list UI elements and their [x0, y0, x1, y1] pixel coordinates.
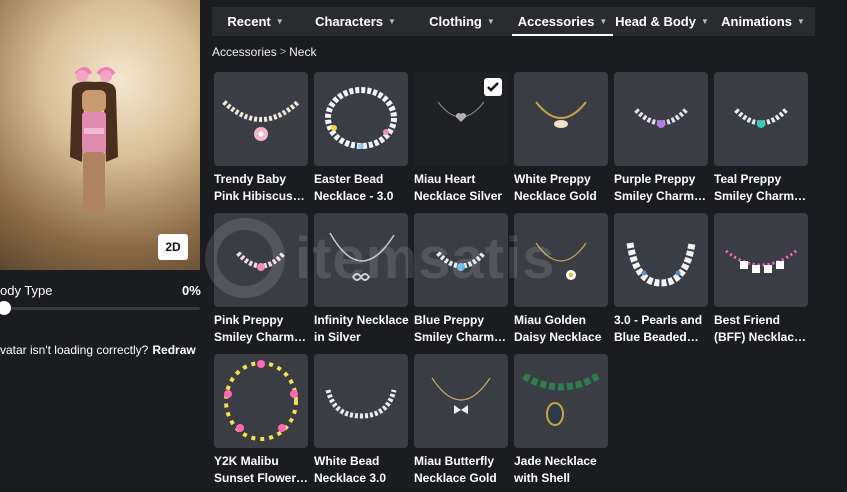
tab-characters[interactable]: Characters ▼ — [299, 7, 412, 36]
avatar-loading-hint: vatar isn't loading correctly? Redraw — [0, 343, 196, 357]
white-bead-necklace-icon — [314, 354, 408, 448]
item-name: Teal Preppy Smiley Charm Necklace — [714, 172, 795, 203]
item-name: White Preppy Necklace Gold — [514, 172, 597, 203]
chevron-down-icon: ▼ — [388, 17, 396, 26]
avatar-figure — [70, 67, 118, 212]
body-type-label: ody Type — [0, 283, 53, 298]
item-card[interactable]: Blue Preppy Smiley Charm Necklace — [414, 213, 508, 354]
chevron-down-icon: ▼ — [486, 17, 495, 26]
breadcrumb: Accessories > Neck — [212, 45, 316, 59]
pearl-blue-necklace-icon — [614, 213, 708, 307]
jade-shell-necklace-icon — [514, 354, 608, 448]
item-card[interactable]: White Preppy Necklace Gold — [514, 72, 608, 213]
tab-label: Clothing — [429, 14, 482, 29]
tab-label: Characters — [315, 14, 383, 29]
category-tabbar: Recent ▼ Characters ▼ Clothing ▼ Accessorie… — [212, 7, 815, 36]
tab-recent[interactable]: Recent ▼ — [212, 7, 299, 36]
blue-bead-necklace-icon — [414, 213, 508, 307]
item-card[interactable]: Jade Necklace with Shell — [514, 354, 608, 492]
item-card[interactable]: Best Friend (BFF) Necklace (3.0) — [714, 213, 808, 354]
body-type-slider[interactable] — [0, 307, 200, 310]
item-name: Miau Heart Necklace Silver — [414, 172, 503, 203]
tab-label: Recent — [227, 14, 271, 29]
item-name: Jade Necklace with Shell — [514, 454, 597, 485]
avatar-preview: 2D — [0, 0, 200, 270]
accessory-grid: Trendy Baby Pink Hibiscus Necklace Easte… — [214, 72, 808, 492]
item-card[interactable]: Easter Bead Necklace - 3.0 — [314, 72, 408, 213]
item-name: 3.0 - Pearls and Blue Beaded Necklace — [614, 313, 703, 344]
daisy-necklace-icon — [514, 213, 608, 307]
item-card[interactable]: Miau Golden Daisy Necklace — [514, 213, 608, 354]
item-card[interactable]: Pink Preppy Smiley Charm Necklace — [214, 213, 308, 354]
redraw-link[interactable]: Redraw — [152, 343, 195, 357]
teal-bead-necklace-icon — [714, 72, 808, 166]
body-type-value: 0% — [182, 283, 201, 298]
easter-bead-necklace-icon — [314, 72, 408, 166]
item-name: White Bead Necklace 3.0 — [314, 454, 387, 485]
pearl-flower-necklace-icon — [214, 72, 308, 166]
flower-ring-necklace-icon — [214, 354, 308, 448]
breadcrumb-parent[interactable]: Accessories — [212, 45, 277, 59]
pink-bead-necklace-icon — [214, 213, 308, 307]
bff-letter-necklace-icon — [714, 213, 808, 307]
body-type-slider-thumb[interactable] — [0, 301, 11, 315]
item-name: Miau Golden Daisy Necklace — [514, 313, 602, 344]
chevron-down-icon: ▼ — [796, 17, 805, 26]
view-2d-button[interactable]: 2D — [158, 234, 188, 260]
tab-clothing[interactable]: Clothing ▼ — [412, 7, 512, 36]
breadcrumb-current: Neck — [289, 45, 317, 59]
butterfly-necklace-icon — [414, 354, 508, 448]
selected-check-icon[interactable] — [484, 78, 502, 96]
item-card[interactable]: Infinity Necklace in Silver — [314, 213, 409, 354]
item-name: Miau Butterfly Necklace Gold — [414, 454, 497, 485]
chevron-down-icon: ▼ — [700, 17, 709, 26]
item-card[interactable]: Purple Preppy Smiley Charm Necklace — [614, 72, 708, 213]
tab-label: Animations — [721, 14, 792, 29]
item-card[interactable]: Trendy Baby Pink Hibiscus Necklace — [214, 72, 308, 213]
item-name: Pink Preppy Smiley Charm Necklace — [214, 313, 295, 344]
item-card[interactable]: Miau Heart Necklace Silver — [414, 72, 508, 213]
tab-label: Accessories — [517, 14, 595, 29]
tab-animations[interactable]: Animations ▼ — [711, 7, 815, 36]
tab-head-body[interactable]: Head & Body ▼ — [613, 7, 711, 36]
item-name: Best Friend (BFF) Necklace (3.0) — [714, 313, 801, 344]
item-card[interactable]: 3.0 - Pearls and Blue Beaded Necklace — [614, 213, 708, 354]
infinity-necklace-icon — [314, 213, 408, 307]
item-card[interactable]: Miau Butterfly Necklace Gold — [414, 354, 508, 492]
gold-chain-necklace-icon — [514, 72, 608, 166]
chevron-down-icon: ▼ — [275, 17, 284, 26]
purple-bead-necklace-icon — [614, 72, 708, 166]
item-name: Easter Bead Necklace - 3.0 — [314, 172, 394, 203]
item-name: Y2K Malibu Sunset Flower Necklace — [214, 454, 297, 485]
item-name: Blue Preppy Smiley Charm Necklace — [414, 313, 495, 344]
item-name: Purple Preppy Smiley Charm Necklace — [614, 172, 696, 203]
avatar-loading-text: vatar isn't loading correctly? — [0, 343, 149, 357]
item-name: Trendy Baby Pink Hibiscus Necklace — [214, 172, 293, 203]
item-card[interactable]: Teal Preppy Smiley Charm Necklace — [714, 72, 808, 213]
item-name: Infinity Necklace in Silver — [314, 313, 409, 344]
item-card[interactable]: Y2K Malibu Sunset Flower Necklace — [214, 354, 308, 492]
tab-accessories[interactable]: Accessories ▼ — [512, 7, 613, 36]
breadcrumb-separator: > — [279, 46, 287, 58]
chevron-down-icon: ▼ — [599, 17, 608, 26]
item-card[interactable]: White Bead Necklace 3.0 — [314, 354, 408, 492]
tab-label: Head & Body — [615, 14, 696, 29]
